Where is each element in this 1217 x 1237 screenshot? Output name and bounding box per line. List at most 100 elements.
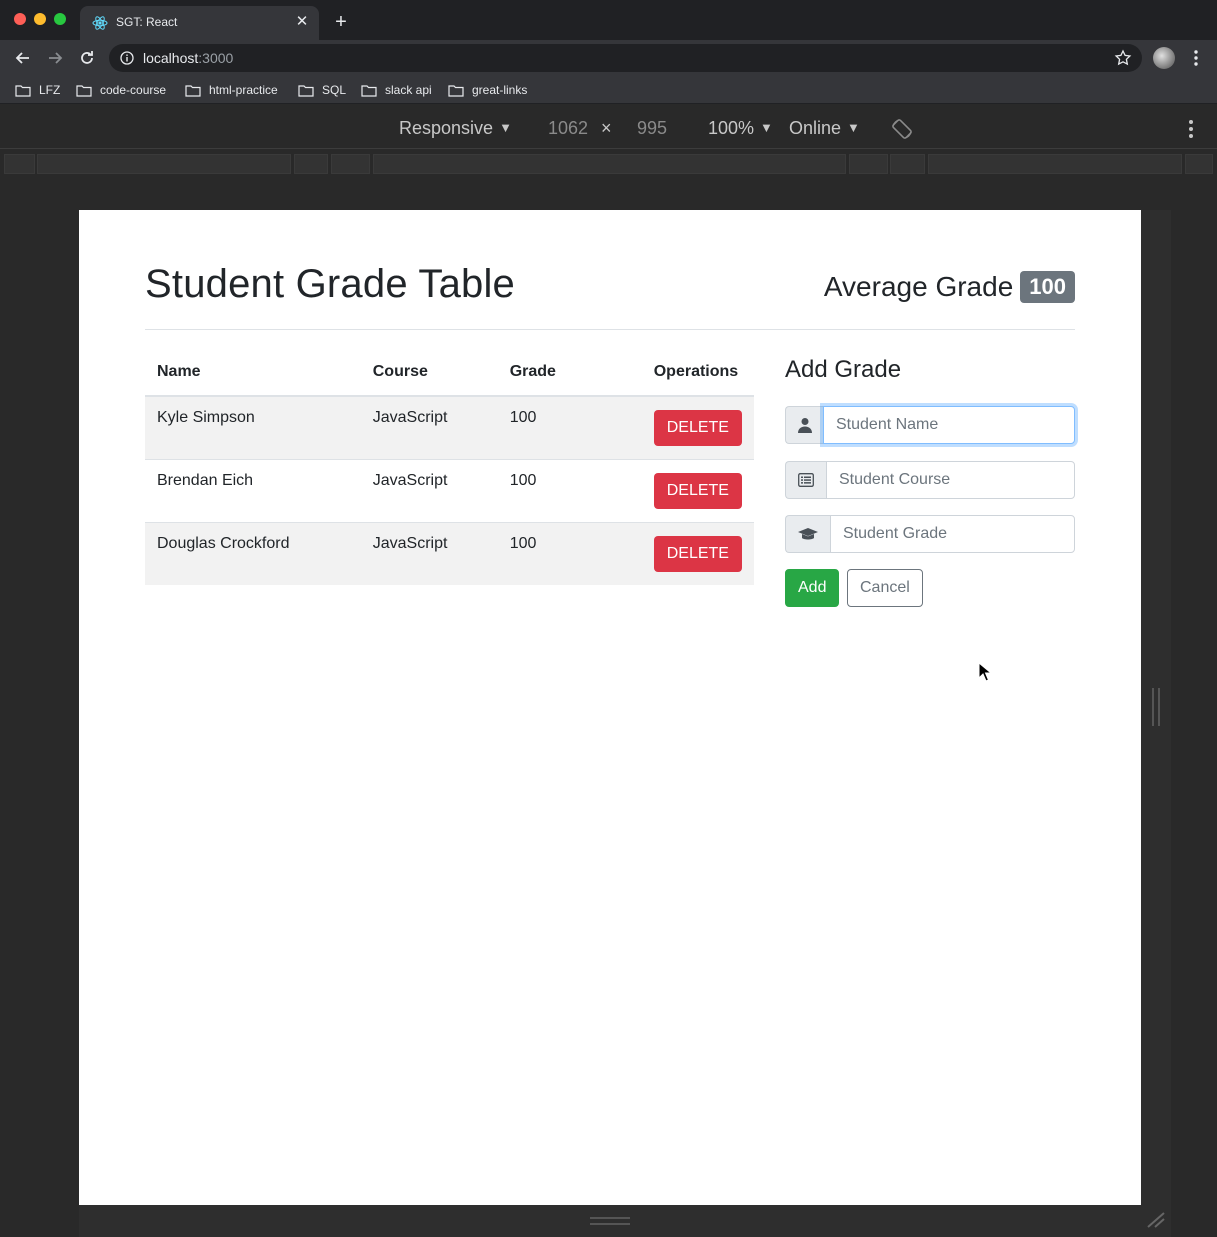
student-course-input[interactable] bbox=[826, 461, 1075, 499]
ruler-segment[interactable] bbox=[37, 154, 291, 174]
student-name-cell: Brendan Eich bbox=[145, 458, 361, 522]
bookmark-label: LFZ bbox=[39, 83, 61, 97]
bookmark-label: html-practice bbox=[209, 83, 278, 97]
device-mode-dropdown[interactable]: Responsive ▼ bbox=[399, 117, 512, 139]
student-grade-cell: 100 bbox=[497, 395, 642, 459]
url-host: localhost bbox=[143, 50, 199, 66]
column-header-course: Course bbox=[360, 351, 498, 397]
media-query-ruler bbox=[0, 150, 1217, 177]
table-row: Douglas Crockford JavaScript 100 DELETE bbox=[145, 521, 754, 585]
bookmark-label: SQL bbox=[322, 83, 347, 97]
resize-grip-icon bbox=[1152, 688, 1160, 726]
reload-icon[interactable] bbox=[77, 48, 97, 68]
tab-close-icon[interactable]: ✕ bbox=[293, 13, 311, 31]
ruler-segment[interactable] bbox=[294, 154, 328, 174]
window-maximize-button[interactable] bbox=[54, 13, 66, 25]
app-viewport: Student Grade Table Average Grade 100 Na… bbox=[79, 210, 1141, 1205]
ruler-segment[interactable] bbox=[373, 154, 846, 174]
page-title: Student Grade Table bbox=[145, 262, 515, 306]
student-name-cell: Kyle Simpson bbox=[145, 395, 361, 459]
mouse-cursor-icon bbox=[978, 662, 992, 682]
zoom-dropdown[interactable]: 100% ▼ bbox=[708, 117, 773, 139]
bookmark-folder-sql[interactable]: SQL bbox=[298, 82, 346, 98]
viewport-width-field[interactable]: 1062 bbox=[548, 117, 588, 139]
back-arrow-icon[interactable] bbox=[13, 48, 33, 68]
device-mode-label: Responsive bbox=[399, 118, 494, 138]
bookmark-folder-great-links[interactable]: great-links bbox=[448, 82, 527, 98]
student-name-group bbox=[785, 406, 1075, 444]
operations-cell: DELETE bbox=[641, 521, 754, 585]
window-close-button[interactable] bbox=[14, 13, 26, 25]
ruler-segment[interactable] bbox=[331, 154, 370, 174]
student-name-input[interactable] bbox=[823, 406, 1075, 444]
url-port: :3000 bbox=[198, 50, 234, 66]
folder-icon bbox=[15, 84, 31, 97]
info-icon[interactable] bbox=[120, 51, 134, 65]
bookmark-star-icon[interactable] bbox=[1114, 49, 1132, 67]
ruler-segment[interactable] bbox=[4, 154, 35, 174]
rotate-device-icon[interactable] bbox=[890, 117, 914, 141]
caret-down-icon: ▼ bbox=[499, 120, 512, 135]
caret-down-icon: ▼ bbox=[847, 120, 860, 135]
device-toolbar-menu-icon[interactable] bbox=[1181, 118, 1201, 140]
ruler-segment[interactable] bbox=[1185, 154, 1213, 174]
column-header-name: Name bbox=[145, 351, 361, 397]
viewport-height-field[interactable]: 995 bbox=[637, 117, 667, 139]
operations-cell: DELETE bbox=[641, 458, 754, 522]
browser-menu-icon[interactable] bbox=[1186, 48, 1206, 68]
address-bar[interactable]: localhost:3000 bbox=[109, 44, 1142, 72]
student-grade-group bbox=[785, 515, 1075, 553]
add-button[interactable]: Add bbox=[785, 569, 840, 607]
forward-arrow-icon[interactable] bbox=[45, 48, 65, 68]
folder-icon bbox=[361, 84, 377, 97]
column-header-operations: Operations bbox=[641, 351, 754, 397]
network-throttle-dropdown[interactable]: Online ▼ bbox=[789, 117, 860, 139]
student-grade-cell: 100 bbox=[497, 521, 642, 585]
column-header-grade: Grade bbox=[497, 351, 642, 397]
profile-avatar[interactable] bbox=[1153, 47, 1175, 69]
user-icon bbox=[785, 406, 823, 444]
average-grade: Average Grade 100 bbox=[824, 271, 1075, 303]
network-label: Online bbox=[789, 118, 842, 138]
resize-grip-icon bbox=[590, 1217, 630, 1225]
graduation-cap-icon bbox=[785, 515, 830, 553]
student-course-cell: JavaScript bbox=[360, 395, 498, 459]
delete-button[interactable]: DELETE bbox=[653, 535, 742, 572]
ruler-segment[interactable] bbox=[849, 154, 888, 174]
window-minimize-button[interactable] bbox=[34, 13, 46, 25]
header-divider bbox=[145, 329, 1075, 330]
ruler-segment[interactable] bbox=[890, 154, 925, 174]
tab-title: SGT: React bbox=[116, 15, 178, 29]
bookmark-folder-code-course[interactable]: code-course bbox=[76, 82, 166, 98]
student-course-cell: JavaScript bbox=[360, 458, 498, 522]
operations-cell: DELETE bbox=[641, 395, 754, 459]
bookmark-label: slack api bbox=[385, 83, 432, 97]
browser-tab[interactable]: SGT: React ✕ bbox=[80, 6, 319, 40]
student-course-group bbox=[785, 461, 1075, 499]
delete-button[interactable]: DELETE bbox=[653, 472, 742, 509]
corner-resize-icon[interactable] bbox=[1146, 1212, 1166, 1228]
bookmark-folder-html-practice[interactable]: html-practice bbox=[185, 82, 278, 98]
folder-icon bbox=[185, 84, 201, 97]
student-grade-input[interactable] bbox=[830, 515, 1075, 553]
bookmark-folder-lfz[interactable]: LFZ bbox=[15, 82, 60, 98]
grade-table: Name Course Grade Operations Kyle Simpso… bbox=[145, 351, 754, 585]
average-grade-badge: 100 bbox=[1020, 271, 1075, 303]
react-favicon-icon bbox=[92, 16, 108, 30]
list-icon bbox=[785, 461, 826, 499]
bookmark-label: great-links bbox=[472, 83, 528, 97]
device-toolbar: Responsive ▼ 1062 × 995 100% ▼ Online ▼ bbox=[0, 105, 1217, 149]
url-text: localhost:3000 bbox=[143, 50, 233, 66]
delete-button[interactable]: DELETE bbox=[653, 410, 742, 446]
folder-icon bbox=[298, 84, 314, 97]
browser-toolbar: localhost:3000 bbox=[0, 40, 1217, 76]
table-header-row: Name Course Grade Operations bbox=[145, 351, 754, 397]
zoom-label: 100% bbox=[708, 118, 755, 138]
dimension-separator: × bbox=[601, 118, 612, 138]
bookmark-folder-slack-api[interactable]: slack api bbox=[361, 82, 432, 98]
new-tab-button[interactable]: + bbox=[331, 10, 351, 34]
cancel-button[interactable]: Cancel bbox=[847, 569, 923, 607]
folder-icon bbox=[448, 84, 464, 97]
add-grade-title: Add Grade bbox=[785, 356, 902, 383]
ruler-segment[interactable] bbox=[928, 154, 1182, 174]
